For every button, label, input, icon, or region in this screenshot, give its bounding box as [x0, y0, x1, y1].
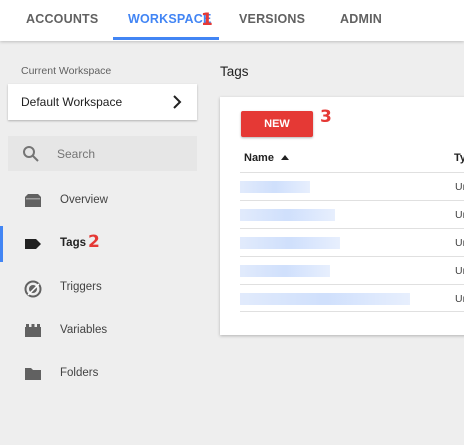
- tag-name-blurred[interactable]: [240, 265, 330, 277]
- active-item-indicator: [0, 226, 3, 262]
- column-header-name[interactable]: Name: [244, 152, 274, 164]
- search-placeholder: Search: [57, 147, 96, 161]
- annotation-number-3: 3: [320, 107, 332, 127]
- tag-type: Ur: [455, 265, 464, 277]
- sidebar-item-overview[interactable]: Overview: [0, 183, 205, 219]
- active-tab-indicator: [113, 37, 219, 40]
- top-navigation: ACCOUNTS WORKSPACE 1 VERSIONS ADMIN: [0, 0, 464, 41]
- workspace-name: Default Workspace: [21, 95, 123, 109]
- tag-name-blurred[interactable]: [240, 237, 340, 249]
- current-workspace-label: Current Workspace: [21, 65, 112, 77]
- page-title: Tags: [220, 64, 249, 79]
- tag-icon: [24, 236, 42, 252]
- variable-icon: [24, 323, 42, 339]
- sidebar-item-label: Tags: [60, 237, 86, 249]
- tab-versions[interactable]: VERSIONS: [239, 0, 305, 41]
- sort-ascending-icon[interactable]: [281, 155, 289, 160]
- table-row[interactable]: Ur: [240, 172, 464, 200]
- tag-name-blurred[interactable]: [240, 209, 335, 221]
- tag-name-blurred[interactable]: [240, 293, 410, 305]
- table-row[interactable]: Ur: [240, 284, 464, 312]
- sidebar-item-variables[interactable]: Variables: [0, 313, 205, 349]
- column-header-type[interactable]: Ty: [454, 152, 464, 164]
- tag-name-blurred[interactable]: [240, 181, 310, 193]
- sidebar-item-triggers[interactable]: Triggers: [0, 270, 205, 306]
- sidebar-item-tags[interactable]: Tags 2: [0, 226, 205, 262]
- tab-admin[interactable]: ADMIN: [340, 0, 382, 41]
- workspace-selector[interactable]: Default Workspace: [8, 84, 197, 120]
- search-input[interactable]: Search: [8, 136, 197, 171]
- tab-workspace[interactable]: WORKSPACE: [128, 0, 212, 41]
- table-row[interactable]: Ur: [240, 200, 464, 228]
- sidebar-item-label: Variables: [60, 324, 108, 336]
- tag-type: Ur: [455, 237, 464, 249]
- table-row[interactable]: Ur: [240, 228, 464, 256]
- new-tag-button[interactable]: NEW: [241, 111, 313, 137]
- trigger-icon: [24, 280, 42, 298]
- annotation-number-2: 2: [88, 232, 100, 252]
- sidebar-item-label: Folders: [60, 367, 99, 379]
- tag-type: Ur: [455, 209, 464, 221]
- annotation-number-1: 1: [201, 10, 213, 30]
- tags-card: NEW 3 Name Ty Ur Ur Ur Ur Ur: [220, 97, 464, 335]
- tag-type: Ur: [455, 181, 464, 193]
- sidebar-item-folders[interactable]: Folders: [0, 356, 205, 392]
- table-row[interactable]: Ur: [240, 256, 464, 284]
- search-icon: [22, 145, 40, 168]
- chevron-right-icon: [169, 92, 185, 117]
- folder-icon: [24, 366, 42, 382]
- sidebar-item-label: Overview: [60, 194, 108, 206]
- tab-accounts[interactable]: ACCOUNTS: [26, 0, 98, 41]
- sidebar-item-label: Triggers: [60, 281, 102, 293]
- overview-icon: [24, 193, 42, 209]
- tag-type: Ur: [455, 293, 464, 305]
